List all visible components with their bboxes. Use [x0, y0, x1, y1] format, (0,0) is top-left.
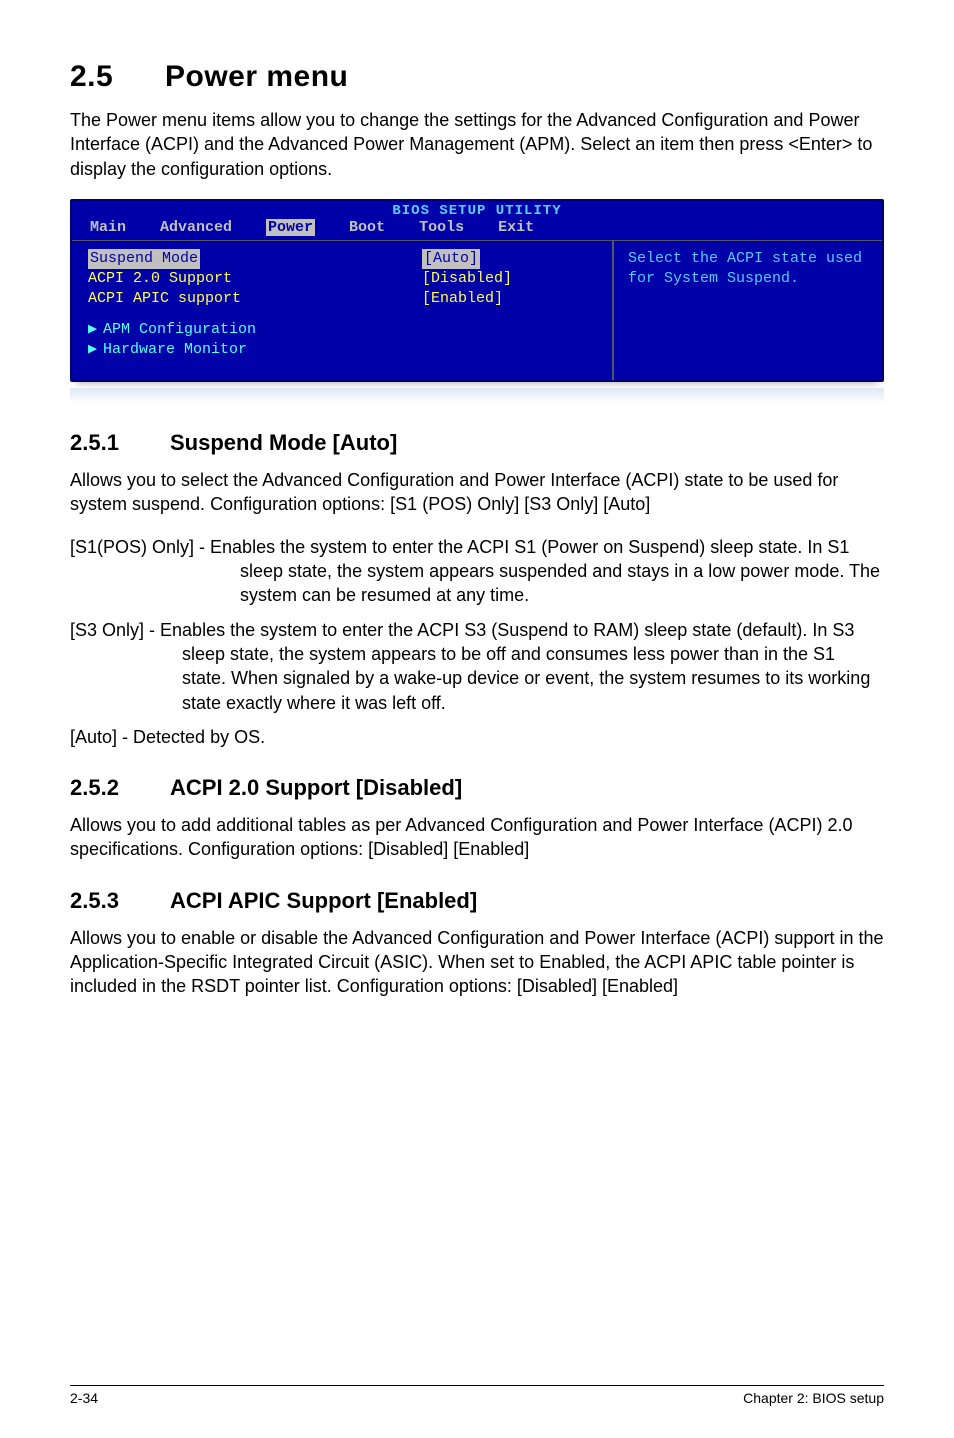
bios-item-suspend-mode: Suspend Mode — [88, 249, 200, 269]
sub1-s1-lead: [S1(POS) Only] - — [70, 537, 210, 557]
page-footer: 2-34 Chapter 2: BIOS setup — [70, 1385, 884, 1406]
section-heading: 2.5Power menu — [70, 60, 884, 94]
bios-help-text: Select the ACPI state used for System Su… — [628, 249, 868, 290]
bios-tab-main: Main — [90, 219, 126, 236]
bios-title: BIOS SETUP UTILITY — [72, 201, 882, 219]
subsection-2-5-2-num: 2.5.2 — [70, 775, 170, 801]
sub1-s3-body: Enables the system to enter the ACPI S3 … — [160, 620, 870, 713]
bios-help-pane: Select the ACPI state used for System Su… — [612, 241, 882, 380]
bios-tab-row: Main Advanced Power Boot Tools Exit — [72, 219, 882, 240]
sub1-s3-lead: [S3 Only] - — [70, 620, 160, 640]
bios-tab-boot: Boot — [349, 219, 385, 236]
bios-tab-power: Power — [266, 219, 315, 236]
bios-tab-tools: Tools — [419, 219, 464, 236]
subsection-2-5-2-heading: 2.5.2ACPI 2.0 Support [Disabled] — [70, 775, 884, 801]
chevron-right-icon: ▶ — [88, 341, 97, 358]
bios-tab-exit: Exit — [498, 219, 534, 236]
sub1-s1-item: [S1(POS) Only] - Enables the system to e… — [70, 535, 884, 608]
bios-item-acpi-apic: ACPI APIC support — [88, 289, 396, 309]
subsection-2-5-2-title: ACPI 2.0 Support [Disabled] — [170, 775, 462, 800]
subsection-2-5-1-heading: 2.5.1Suspend Mode [Auto] — [70, 430, 884, 456]
subsection-2-5-1-title: Suspend Mode [Auto] — [170, 430, 397, 455]
section-intro: The Power menu items allow you to change… — [70, 108, 884, 181]
subsection-2-5-3-title: ACPI APIC Support [Enabled] — [170, 888, 477, 913]
sub1-s1-body: Enables the system to enter the ACPI S1 … — [210, 537, 880, 606]
bios-tab-advanced: Advanced — [160, 219, 232, 236]
chevron-right-icon: ▶ — [88, 321, 97, 338]
bios-value-acpi-apic: [Enabled] — [422, 289, 602, 309]
sub1-paragraph-2: [Auto] - Detected by OS. — [70, 725, 884, 749]
sub3-paragraph: Allows you to enable or disable the Adva… — [70, 926, 884, 999]
bios-screenshot: BIOS SETUP UTILITY Main Advanced Power B… — [70, 199, 884, 382]
bios-values-pane: [Auto] [Disabled] [Enabled] — [412, 241, 612, 380]
sub1-s3-item: [S3 Only] - Enables the system to enter … — [70, 618, 884, 715]
subsection-2-5-3-num: 2.5.3 — [70, 888, 170, 914]
sub2-paragraph: Allows you to add additional tables as p… — [70, 813, 884, 862]
section-number: 2.5 — [70, 60, 165, 94]
bios-sub-apm: ▶ APM Configuration — [88, 320, 396, 340]
footer-chapter: Chapter 2: BIOS setup — [743, 1390, 884, 1406]
bios-value-acpi20: [Disabled] — [422, 269, 602, 289]
subsection-2-5-3-heading: 2.5.3ACPI APIC Support [Enabled] — [70, 888, 884, 914]
bios-sub-apm-label: APM Configuration — [103, 321, 256, 338]
bios-fade — [70, 388, 884, 404]
bios-left-pane: Suspend Mode ACPI 2.0 Support ACPI APIC … — [72, 241, 412, 380]
footer-page-number: 2-34 — [70, 1390, 98, 1406]
section-title: Power menu — [165, 60, 348, 93]
bios-item-acpi20: ACPI 2.0 Support — [88, 269, 396, 289]
subsection-2-5-1-num: 2.5.1 — [70, 430, 170, 456]
bios-sub-hardware: ▶ Hardware Monitor — [88, 340, 396, 360]
bios-sub-hardware-label: Hardware Monitor — [103, 341, 247, 358]
sub1-paragraph-1: Allows you to select the Advanced Config… — [70, 468, 884, 517]
bios-value-suspend: [Auto] — [422, 249, 480, 269]
